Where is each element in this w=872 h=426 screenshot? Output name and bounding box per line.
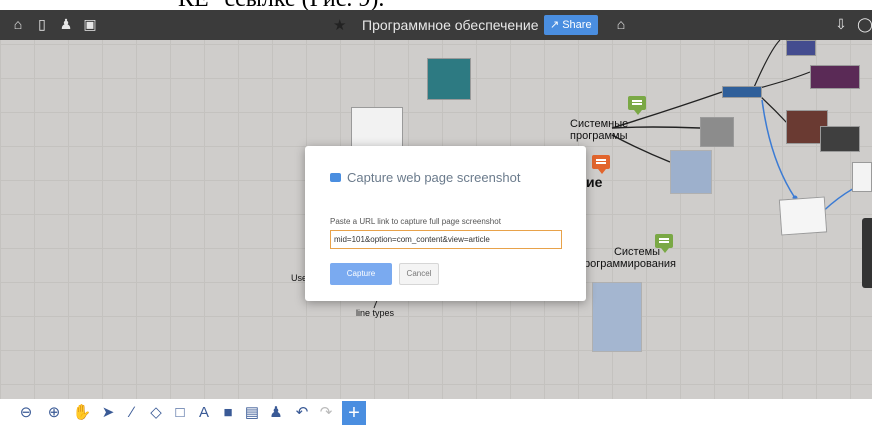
- node-label-line: Системы: [613, 246, 661, 258]
- capture-screenshot-dialog: Capture web page screenshot Paste a URL …: [305, 146, 586, 301]
- thumbnail-document[interactable]: [592, 282, 642, 352]
- camera-icon: [330, 173, 341, 182]
- comment-marker-icon[interactable]: [592, 155, 610, 174]
- node-label-line: рограммирования: [584, 258, 677, 270]
- thumbnail-document[interactable]: [670, 150, 712, 194]
- thumbnail-image[interactable]: [810, 65, 860, 89]
- text-icon[interactable]: A: [194, 403, 214, 423]
- node-label-line: программы: [570, 130, 628, 142]
- pointer-icon[interactable]: ➤: [98, 403, 118, 423]
- thumbnail-document[interactable]: [852, 162, 872, 192]
- url-label: Paste a URL link to capture full page sc…: [330, 217, 501, 226]
- eraser-icon[interactable]: ◇: [146, 403, 166, 423]
- comment-tool-icon[interactable]: ▤: [242, 403, 262, 423]
- document-text: КЕ" ссылке (Рис. 9).: [178, 0, 384, 10]
- zoom-out-icon[interactable]: ⊖: [16, 403, 36, 423]
- rectangle-icon[interactable]: □: [170, 403, 190, 423]
- side-panel-tab[interactable]: [862, 218, 872, 288]
- redo-icon[interactable]: ↷: [316, 403, 336, 423]
- node-line-types[interactable]: line types: [356, 308, 394, 318]
- sticker-icon[interactable]: ■: [218, 403, 238, 423]
- add-icon[interactable]: +: [342, 401, 366, 425]
- user-icon[interactable]: ♟: [266, 403, 286, 423]
- bottom-toolbar: ⊖ ⊕ ✋ ➤ ∕ ◇ □ A ■ ▤ ♟ ↶ ↷ +: [0, 399, 872, 426]
- hand-icon[interactable]: ✋: [72, 403, 92, 423]
- comment-marker-icon[interactable]: [628, 96, 646, 115]
- undo-icon[interactable]: ↶: [292, 403, 312, 423]
- capture-button[interactable]: Capture: [330, 263, 392, 285]
- mindmap-app: ⌂ ▯ ♟ ▣ ★ Программное обеспечение ↗ Share…: [0, 10, 872, 426]
- thumbnail-document[interactable]: [778, 196, 828, 236]
- thumbnail-icons[interactable]: [722, 86, 762, 98]
- thumbnail-image[interactable]: [700, 117, 734, 147]
- thumbnail-image[interactable]: [786, 40, 816, 56]
- thumbnail-image[interactable]: [820, 126, 860, 152]
- node-system-programs[interactable]: Системные программы: [570, 118, 628, 142]
- zoom-in-icon[interactable]: ⊕: [44, 403, 64, 423]
- cancel-button[interactable]: Cancel: [399, 263, 439, 285]
- node-programming-systems[interactable]: Системы рограммирования: [584, 246, 676, 270]
- pencil-icon[interactable]: ∕: [122, 403, 142, 423]
- dialog-title-text: Capture web page screenshot: [347, 170, 521, 185]
- node-partial[interactable]: ие: [586, 174, 602, 190]
- url-input[interactable]: mid=101&option=com_content&view=article: [330, 230, 562, 249]
- dialog-title: Capture web page screenshot: [330, 170, 520, 185]
- document-text-sliver: КЕ" ссылке (Рис. 9).: [0, 0, 872, 10]
- thumbnail-image[interactable]: [427, 58, 471, 100]
- node-label-line: Системные: [570, 118, 629, 130]
